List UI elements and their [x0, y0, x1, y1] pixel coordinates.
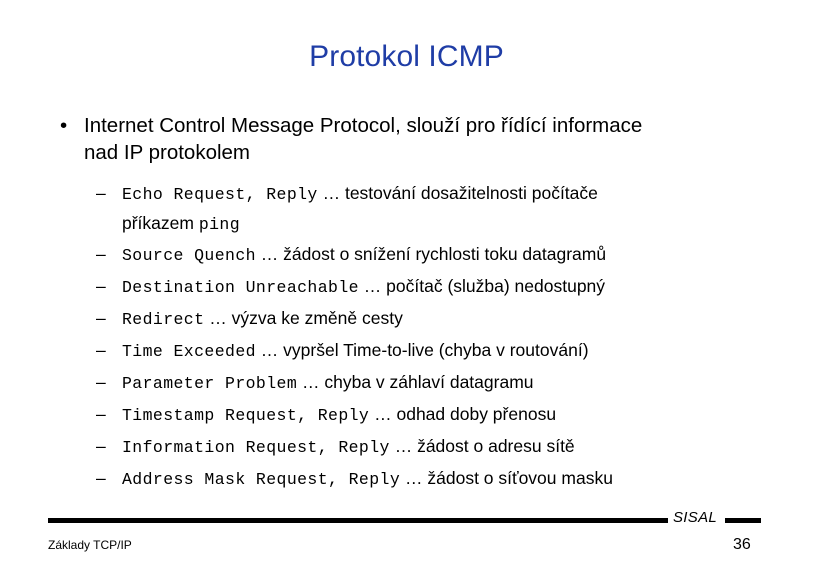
main-bullet-line-1: Internet Control Message Protocol, slouž… [84, 114, 643, 137]
list-item: – Echo Request, Reply … testování dosaži… [96, 179, 813, 239]
icmp-message-code: Timestamp Request, Reply [122, 406, 370, 425]
icmp-message-code: Address Mask Request, Reply [122, 470, 401, 489]
dash-marker-icon: – [96, 468, 106, 488]
icmp-message-text: … odhad doby přenosu [369, 404, 557, 424]
icmp-message-text: … žádost o snížení rychlosti toku datagr… [255, 244, 607, 264]
bullet-dot-icon: • [60, 114, 68, 137]
icmp-message-text: … testování dosažitelnosti počítače [317, 183, 598, 203]
page-number: 36 [733, 536, 751, 553]
dash-marker-icon: – [96, 308, 106, 328]
icmp-message-code: Destination Unreachable [122, 278, 359, 297]
list-item: – Address Mask Request, Reply … žádost o… [96, 463, 813, 495]
icmp-message-text: … žádost o síťovou masku [400, 468, 613, 488]
icmp-message-code: Echo Request, Reply [122, 185, 318, 204]
main-bullet: • Internet Control Message Protocol, slo… [56, 112, 784, 166]
page-title: Protokol ICMP [309, 40, 504, 73]
footer-brand: SISAL [673, 509, 718, 526]
footer-course-label: Základy TCP/IP [48, 538, 132, 552]
icmp-message-text: … výzva ke změně cesty [204, 308, 403, 328]
dash-marker-icon: – [96, 436, 106, 456]
icmp-message-code: Information Request, Reply [122, 438, 390, 457]
icmp-message-text: … vypršel Time-to-live (chyba v routován… [255, 340, 589, 360]
icmp-message-text: … žádost o adresu sítě [389, 436, 575, 456]
dash-marker-icon: – [96, 183, 106, 203]
list-item: – Timestamp Request, Reply … odhad doby … [96, 399, 813, 431]
icmp-message-code: Parameter Problem [122, 374, 298, 393]
icmp-message-text-second-line: příkazem [122, 213, 199, 233]
icmp-message-code-second-line: ping [198, 215, 241, 234]
list-item: – Destination Unreachable … počítač (slu… [96, 271, 813, 303]
footer-divider-left [48, 518, 668, 523]
footer-divider-right [725, 518, 761, 523]
icmp-message-list: – Echo Request, Reply … testování dosaži… [0, 179, 813, 495]
dash-marker-icon: – [96, 276, 106, 296]
icmp-message-code: Redirect [122, 310, 205, 329]
list-item: – Source Quench … žádost o snížení rychl… [96, 239, 813, 271]
slide: Protokol ICMP • Internet Control Message… [0, 0, 813, 570]
icmp-message-text: … počítač (služba) nedostupný [358, 276, 606, 296]
dash-marker-icon: – [96, 340, 106, 360]
dash-marker-icon: – [96, 244, 106, 264]
icmp-message-code: Time Exceeded [122, 342, 256, 361]
dash-marker-icon: – [96, 372, 106, 392]
list-item: – Parameter Problem … chyba v záhlaví da… [96, 367, 813, 399]
slide-body: • Internet Control Message Protocol, slo… [0, 112, 813, 495]
icmp-message-code: Source Quench [122, 246, 256, 265]
list-item: – Redirect … výzva ke změně cesty [96, 303, 813, 335]
main-bullet-line-2: nad IP protokolem [84, 141, 251, 164]
list-item: – Time Exceeded … vypršel Time-to-live (… [96, 335, 813, 367]
list-item: – Information Request, Reply … žádost o … [96, 431, 813, 463]
dash-marker-icon: – [96, 404, 106, 424]
icmp-message-text: … chyba v záhlaví datagramu [297, 372, 534, 392]
